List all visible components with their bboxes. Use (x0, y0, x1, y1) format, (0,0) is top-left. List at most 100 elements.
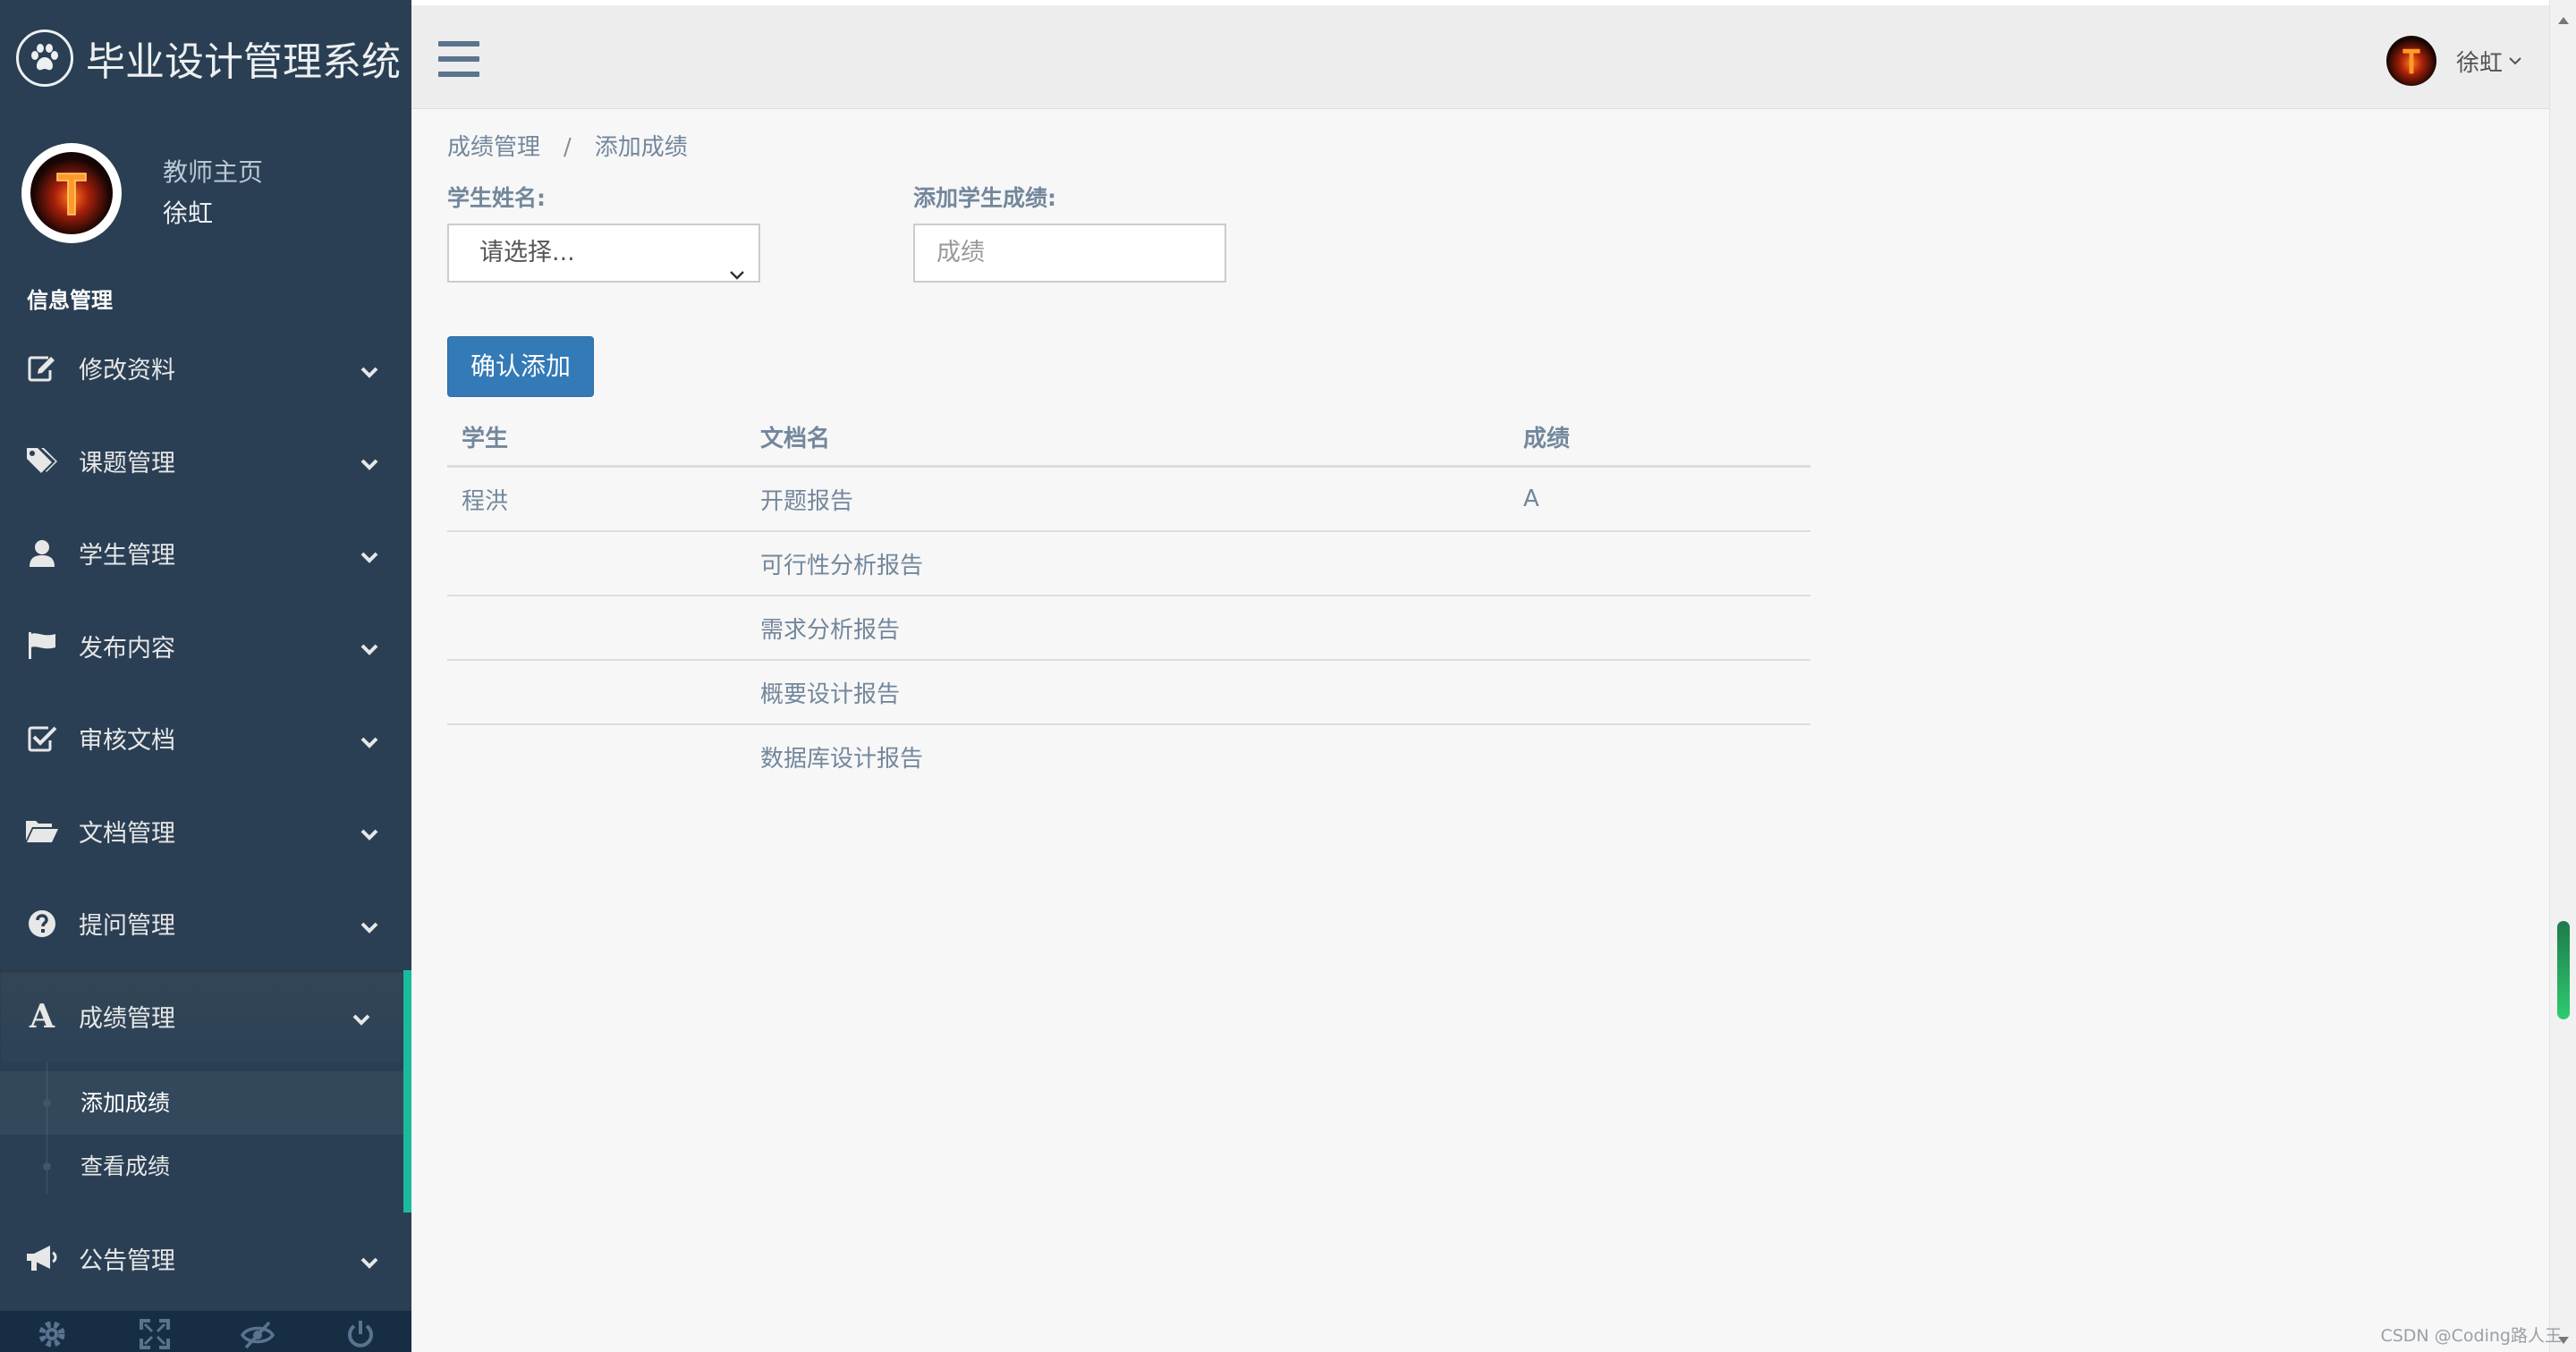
fullscreen-icon[interactable] (128, 1316, 182, 1352)
user-icon (24, 539, 60, 568)
settings-icon[interactable] (25, 1316, 79, 1352)
app-title: 毕业设计管理系统 (86, 39, 401, 85)
sidebar-footer (0, 1311, 411, 1352)
sidebar-item-announcements[interactable]: 公告管理 (0, 1213, 411, 1306)
sidebar-item-edit-profile[interactable]: 修改资料 (0, 322, 411, 415)
cell-grade (1509, 531, 1810, 596)
table-row: 数据库设计报告 (447, 724, 1810, 788)
top-navbar: 徐虹 (411, 0, 2549, 109)
student-name-label: 学生姓名: (447, 185, 546, 211)
avatar (2385, 36, 2436, 86)
sidebar-item-students[interactable]: 学生管理 (0, 507, 411, 600)
chevron-down-icon (360, 545, 379, 572)
breadcrumb-current: 添加成绩 (594, 134, 688, 161)
cell-grade (1509, 724, 1810, 788)
cell-student: 程洪 (447, 466, 746, 532)
profile-card: 教师主页 徐虹 (21, 143, 263, 243)
grade-input-placeholder: 成绩 (936, 239, 985, 266)
chevron-down-icon (360, 359, 379, 387)
sidebar: 毕业设计管理系统 教师主页 徐虹 信息管理 修改资料 课题管理 学生管理 发布内… (0, 0, 411, 1352)
cell-student (447, 531, 746, 596)
cell-document: 开题报告 (746, 466, 1509, 532)
column-header-grade: 成绩 (1509, 408, 1810, 468)
cell-grade (1509, 660, 1810, 725)
question-circle-icon (24, 909, 60, 938)
sidebar-item-label: 修改资料 (79, 357, 175, 385)
page-scrollbar[interactable] (2549, 0, 2576, 1352)
cell-student (447, 596, 746, 661)
font-icon: A (24, 1001, 60, 1031)
sidebar-item-grades[interactable]: A 成绩管理 (0, 969, 411, 1062)
column-header-document: 文档名 (746, 408, 1509, 468)
grade-input[interactable]: 成绩 (913, 224, 1226, 283)
student-select[interactable]: 请选择... (447, 224, 760, 283)
chevron-down-icon (352, 1007, 371, 1035)
submenu-item-add-grade[interactable]: 添加成绩 (0, 1071, 403, 1135)
profile-avatar (21, 143, 122, 243)
sidebar-item-documents[interactable]: 文档管理 (0, 785, 411, 878)
sidebar-item-label: 课题管理 (79, 449, 175, 477)
svg-text:A: A (29, 1001, 55, 1031)
chevron-down-icon (360, 1250, 379, 1278)
user-menu[interactable]: 徐虹 (2385, 36, 2522, 86)
scroll-up-arrow-icon[interactable] (2558, 11, 2569, 28)
folder-open-icon (24, 817, 60, 844)
cell-grade: A (1509, 466, 1810, 532)
logout-icon[interactable] (334, 1316, 387, 1352)
student-select-value: 请选择... (479, 239, 575, 266)
column-header-student: 学生 (447, 408, 746, 468)
menu-toggle-icon[interactable] (438, 41, 479, 77)
sidebar-item-label: 公告管理 (79, 1247, 175, 1276)
chevron-down-icon (360, 822, 379, 849)
sidebar-item-label: 学生管理 (79, 542, 175, 570)
table-row: 概要设计报告 (447, 660, 1810, 725)
section-title: 信息管理 (27, 288, 113, 313)
grade-label: 添加学生成绩: (913, 185, 1056, 211)
chevron-down-icon (360, 730, 379, 757)
table-row: 程洪 开题报告 A (447, 466, 1810, 532)
sidebar-item-label: 提问管理 (79, 912, 175, 941)
edit-icon (24, 354, 60, 383)
sidebar-item-label: 成绩管理 (79, 1004, 175, 1033)
grades-submenu: 添加成绩 查看成绩 (0, 1062, 411, 1213)
cell-grade (1509, 596, 1810, 661)
chevron-down-icon (360, 915, 379, 942)
breadcrumb: 成绩管理 / 添加成绩 (447, 129, 688, 162)
cell-student (447, 660, 746, 725)
cell-document: 数据库设计报告 (760, 745, 924, 773)
grades-table: 学生 文档名 成绩 程洪 开题报告 A 可行性分析报告 需求分析报告 概要设计报… (447, 408, 1810, 788)
scrollbar-thumb[interactable] (2557, 921, 2570, 1019)
cell-student (447, 724, 746, 788)
main-content: 成绩管理 / 添加成绩 学生姓名: 请选择... 添加学生成绩: 成绩 确认添加 学… (447, 109, 2531, 1343)
sidebar-item-questions[interactable]: 提问管理 (0, 877, 411, 970)
confirm-add-button[interactable]: 确认添加 (447, 336, 594, 397)
chevron-down-icon (360, 452, 379, 479)
chevron-down-icon (728, 247, 746, 302)
cell-document: 需求分析报告 (746, 596, 1509, 661)
bullhorn-icon (24, 1245, 60, 1273)
profile-welcome: 教师主页 (163, 157, 264, 187)
chevron-down-icon (360, 637, 379, 664)
table-row: 需求分析报告 (447, 596, 1810, 661)
profile-name: 徐虹 (163, 199, 214, 228)
sidebar-item-label: 文档管理 (79, 819, 175, 848)
side-menu: 修改资料 课题管理 学生管理 发布内容 审核文档 文档管理 提问管理 A 成绩管… (0, 322, 411, 1306)
sidebar-item-label: 发布内容 (79, 634, 175, 663)
table-row: 可行性分析报告 (447, 531, 1810, 596)
chevron-down-icon (2508, 53, 2522, 70)
watermark: CSDN @Coding路人王 (2380, 1326, 2562, 1346)
lock-icon[interactable] (231, 1316, 284, 1352)
submenu-item-view-grades[interactable]: 查看成绩 (0, 1135, 403, 1198)
tags-icon (24, 446, 60, 475)
flag-icon (24, 631, 60, 660)
breadcrumb-separator: / (564, 134, 572, 161)
sidebar-item-review-docs[interactable]: 审核文档 (0, 692, 411, 785)
brand[interactable]: 毕业设计管理系统 (16, 27, 401, 89)
sidebar-item-topics[interactable]: 课题管理 (0, 415, 411, 508)
user-name: 徐虹 (2455, 49, 2503, 77)
cell-document: 可行性分析报告 (746, 531, 1509, 596)
breadcrumb-parent[interactable]: 成绩管理 (447, 134, 540, 161)
paw-icon (16, 30, 73, 87)
sidebar-item-publish[interactable]: 发布内容 (0, 600, 411, 693)
sidebar-item-label: 审核文档 (79, 727, 175, 756)
